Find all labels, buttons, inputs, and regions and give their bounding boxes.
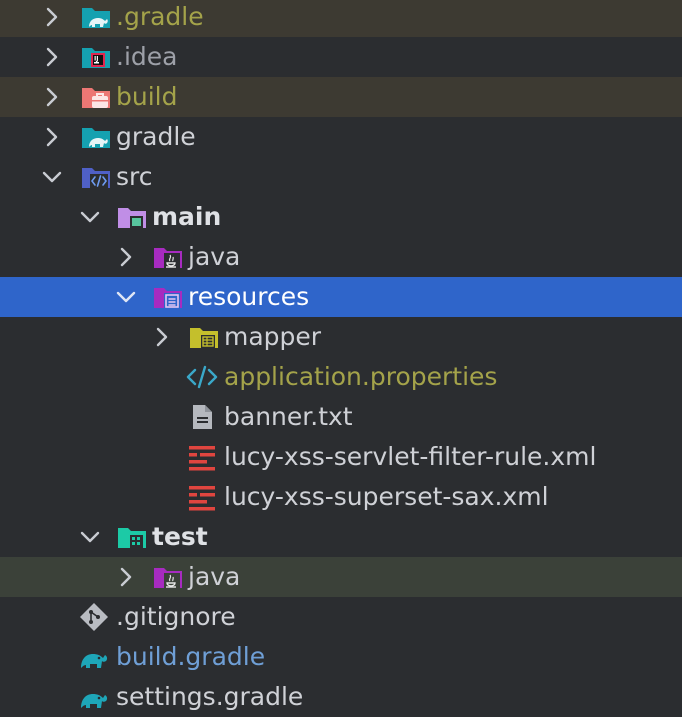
tree-item-label: java (188, 562, 241, 591)
tree-item-label: settings.gradle (116, 682, 304, 711)
chevron-down-icon[interactable] (40, 165, 64, 189)
tree-item-label: lucy-xss-servlet-filter-rule.xml (224, 442, 597, 471)
chevron-right-icon[interactable] (40, 85, 64, 109)
tree-item-label: .gradle (116, 2, 204, 31)
tree-item-label: lucy-xss-superset-sax.xml (224, 482, 549, 511)
tree-item-label: build.gradle (116, 642, 266, 671)
project-tree: .gradle IJ .idea build gradle src main j… (0, 0, 682, 716)
gradle-elephant-icon (78, 681, 110, 713)
chevron-down-icon[interactable] (78, 525, 102, 549)
gradle-folder-icon (80, 1, 112, 33)
chevron-right-icon[interactable] (40, 125, 64, 149)
tree-row-gitignore[interactable]: .gitignore (0, 597, 682, 637)
tree-row-gradle[interactable]: gradle (0, 117, 682, 157)
git-icon (78, 601, 110, 633)
tree-item-label: main (152, 202, 222, 231)
tree-row-build[interactable]: build (0, 77, 682, 117)
tree-item-label: test (152, 522, 208, 551)
tree-row-application-properties[interactable]: application.properties (0, 357, 682, 397)
text-file-icon (186, 401, 218, 433)
tree-row-mapper[interactable]: mapper (0, 317, 682, 357)
xml-file-icon (186, 481, 218, 513)
tree-row-src[interactable]: src (0, 157, 682, 197)
code-icon (186, 361, 218, 393)
tree-item-label: .gitignore (116, 602, 236, 631)
source-root-folder-icon (80, 161, 112, 193)
tree-row-banner-txt[interactable]: banner.txt (0, 397, 682, 437)
tree-item-label: build (116, 82, 178, 111)
java-package-icon (152, 241, 184, 273)
tree-row-idea[interactable]: IJ .idea (0, 37, 682, 77)
tree-row-settings-gradle[interactable]: settings.gradle (0, 677, 682, 717)
tree-row-dot-gradle[interactable]: .gradle (0, 0, 682, 37)
tree-row-java[interactable]: java (0, 237, 682, 277)
tree-row-build-gradle[interactable]: build.gradle (0, 637, 682, 677)
chevron-down-icon[interactable] (114, 285, 138, 309)
module-folder-icon (116, 201, 148, 233)
chevron-right-icon[interactable] (150, 325, 174, 349)
tree-row-resources[interactable]: resources (0, 277, 682, 317)
chevron-right-icon[interactable] (114, 565, 138, 589)
build-folder-icon (80, 81, 112, 113)
tree-row-test-java[interactable]: java (0, 557, 682, 597)
svg-text:IJ: IJ (94, 56, 98, 63)
xml-file-icon (186, 441, 218, 473)
tree-row-test[interactable]: test (0, 517, 682, 557)
package-folder-icon (188, 321, 220, 353)
chevron-down-icon[interactable] (78, 205, 102, 229)
java-package-icon (152, 561, 184, 593)
tree-item-label: resources (188, 282, 310, 311)
chevron-right-icon[interactable] (40, 45, 64, 69)
tree-row-servlet-filter-rule-xml[interactable]: lucy-xss-servlet-filter-rule.xml (0, 437, 682, 477)
tree-item-label: gradle (116, 122, 196, 151)
chevron-right-icon[interactable] (40, 5, 64, 29)
tree-row-superset-sax-xml[interactable]: lucy-xss-superset-sax.xml (0, 477, 682, 517)
test-module-icon (116, 521, 148, 553)
gradle-folder-icon (80, 121, 112, 153)
tree-item-label: mapper (224, 322, 322, 351)
resources-root-icon (152, 281, 184, 313)
tree-item-label: src (116, 162, 153, 191)
idea-folder-icon: IJ (80, 41, 112, 73)
tree-item-label: application.properties (224, 362, 498, 391)
gradle-elephant-icon (78, 641, 110, 673)
tree-row-main[interactable]: main (0, 197, 682, 237)
chevron-right-icon[interactable] (114, 245, 138, 269)
tree-item-label: .idea (116, 42, 178, 71)
tree-item-label: banner.txt (224, 402, 353, 431)
tree-item-label: java (188, 242, 241, 271)
